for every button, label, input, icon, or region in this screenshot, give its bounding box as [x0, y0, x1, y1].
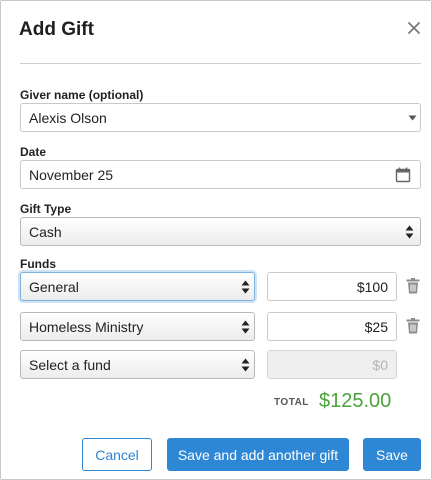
trash-icon[interactable] [406, 318, 420, 334]
fund-amount-input-1[interactable]: $100 [267, 272, 397, 301]
fund-select-2[interactable]: Homeless Ministry [20, 312, 255, 341]
fund-select-placeholder: Select a fund [29, 356, 111, 373]
fund-amount-input-2[interactable]: $25 [267, 312, 397, 341]
save-button[interactable]: Save [363, 438, 421, 471]
trash-icon[interactable] [406, 278, 420, 294]
date-input[interactable]: November 25 [20, 160, 421, 189]
header-divider [20, 63, 421, 64]
save-and-add-another-button[interactable]: Save and add another gift [167, 438, 349, 471]
gift-type-select[interactable]: Cash [20, 217, 421, 246]
caret-down-icon [408, 115, 417, 121]
dialog-title: Add Gift [19, 19, 94, 40]
sort-arrows-icon [405, 225, 414, 239]
gift-type-value: Cash [29, 223, 62, 240]
total-value: $125.00 [319, 390, 392, 412]
fund-select-value: General [29, 278, 79, 295]
giver-name-value: Alexis Olson [29, 109, 107, 126]
fund-select-1[interactable]: General [20, 272, 255, 301]
sort-arrows-icon [241, 320, 250, 334]
fund-amount-value: $100 [356, 278, 388, 295]
gift-type-label: Gift Type [20, 202, 72, 216]
fund-amount-placeholder: $0 [372, 356, 388, 373]
giver-name-label: Giver name (optional) [20, 88, 144, 102]
sort-arrows-icon [241, 358, 250, 372]
date-label: Date [20, 145, 47, 159]
funds-label: Funds [20, 257, 56, 271]
sort-arrows-icon [241, 280, 250, 294]
date-value: November 25 [29, 166, 114, 183]
calendar-icon[interactable] [395, 167, 411, 183]
giver-name-select[interactable]: Alexis Olson [20, 103, 421, 132]
fund-amount-input-3: $0 [267, 350, 397, 379]
total-label: TOTAL [274, 397, 309, 408]
fund-amount-value: $25 [364, 318, 388, 335]
close-icon[interactable] [405, 19, 423, 37]
cancel-button[interactable]: Cancel [82, 438, 152, 471]
fund-select-value: Homeless Ministry [29, 318, 144, 335]
add-gift-dialog: Add Gift Giver name (optional) Alexis Ol… [0, 0, 432, 480]
fund-select-3[interactable]: Select a fund [20, 350, 255, 379]
